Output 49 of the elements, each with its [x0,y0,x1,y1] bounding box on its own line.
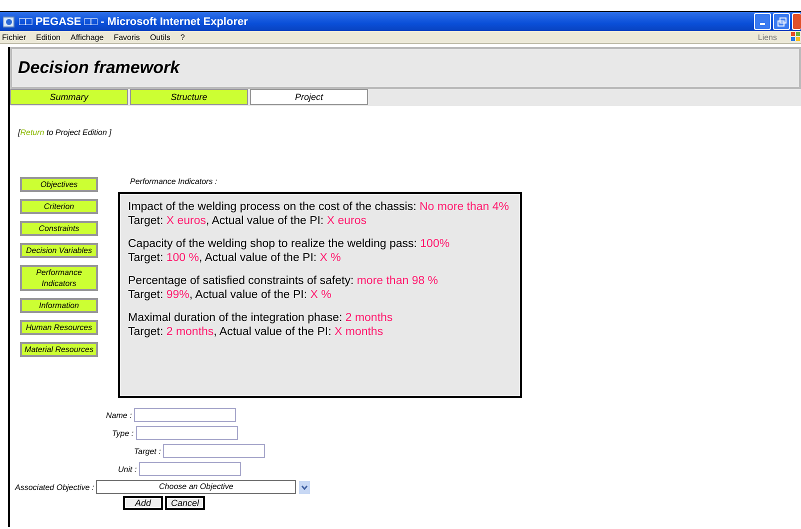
links-label[interactable]: Liens [758,32,777,42]
indicator-text: Capacity of the welding shop to realize the welding pass: 100% [128,237,451,251]
sidebar-button[interactable]: Constraints [20,221,98,236]
input-field[interactable] [136,426,238,440]
menu-item[interactable]: ? [180,32,185,42]
sidebar-button[interactable]: Human Resources [20,320,98,335]
return-link-line: [Return to Project Edition ] [18,128,112,137]
minimize-button[interactable] [754,13,771,30]
indicator-text: Target: 100 %, Actual value of the PI: X % [128,251,342,265]
indicator-text: Target: X euros, Actual value of the PI: X euros [128,214,368,228]
input-field[interactable] [138,462,241,476]
menu-item[interactable]: Outils [150,32,170,42]
sidebar-button[interactable]: Performance Indicators [20,265,98,291]
restore-icon [776,16,786,26]
form-button[interactable]: Add [123,496,163,510]
menu-item[interactable]: Fichier [2,32,26,42]
page-title: Decision framework [18,58,180,78]
field-label: Unit : [118,464,137,474]
sidebar-button[interactable]: Material Resources [20,342,98,357]
sidebar-button[interactable]: Criterion [20,199,98,214]
sidebar-button[interactable]: Decision Variables [20,243,98,258]
field-label: Type : [112,428,134,438]
window-title: □□ PEGASE □□ - Microsoft Internet Explorer [19,16,248,28]
indicator-text: Target: 2 months, Actual value of the PI: X months [128,325,384,339]
sidebar-button[interactable]: Objectives [20,177,98,192]
indicator-text: Target: 99%, Actual value of the PI: X % [128,288,332,302]
field-label: Name : [106,410,132,420]
restore-button[interactable] [773,13,790,30]
menu-item[interactable]: Edition [36,32,60,42]
indicator-text: Impact of the welding process on the cost of the chassis: No more than 4% [128,200,510,214]
browser-icon [3,16,15,28]
field-label: Associated Objective : [15,482,94,492]
panel-label: Performance Indicators : [130,177,218,186]
windows-flag-icon [791,31,801,43]
input-field[interactable] [134,408,236,422]
field-label: Target : [134,446,161,456]
indicator-text: Maximal duration of the integration phase: 2 months [128,311,394,325]
tab[interactable]: Summary [10,89,128,105]
minimize-icon [760,23,765,25]
form-button[interactable]: Cancel [165,496,205,510]
menu-item[interactable]: Favoris [114,32,140,42]
menu-item[interactable]: Affichage [70,32,104,42]
sidebar-button[interactable]: Information [20,298,98,313]
indicator-text: Percentage of satisfied constraints of safety: more than 98 % [128,274,440,288]
tab[interactable]: Structure [130,89,248,105]
close-button[interactable] [792,13,801,30]
input-field[interactable] [162,444,265,458]
dropdown-caret-icon [299,480,310,494]
tab[interactable]: Project [250,89,368,105]
